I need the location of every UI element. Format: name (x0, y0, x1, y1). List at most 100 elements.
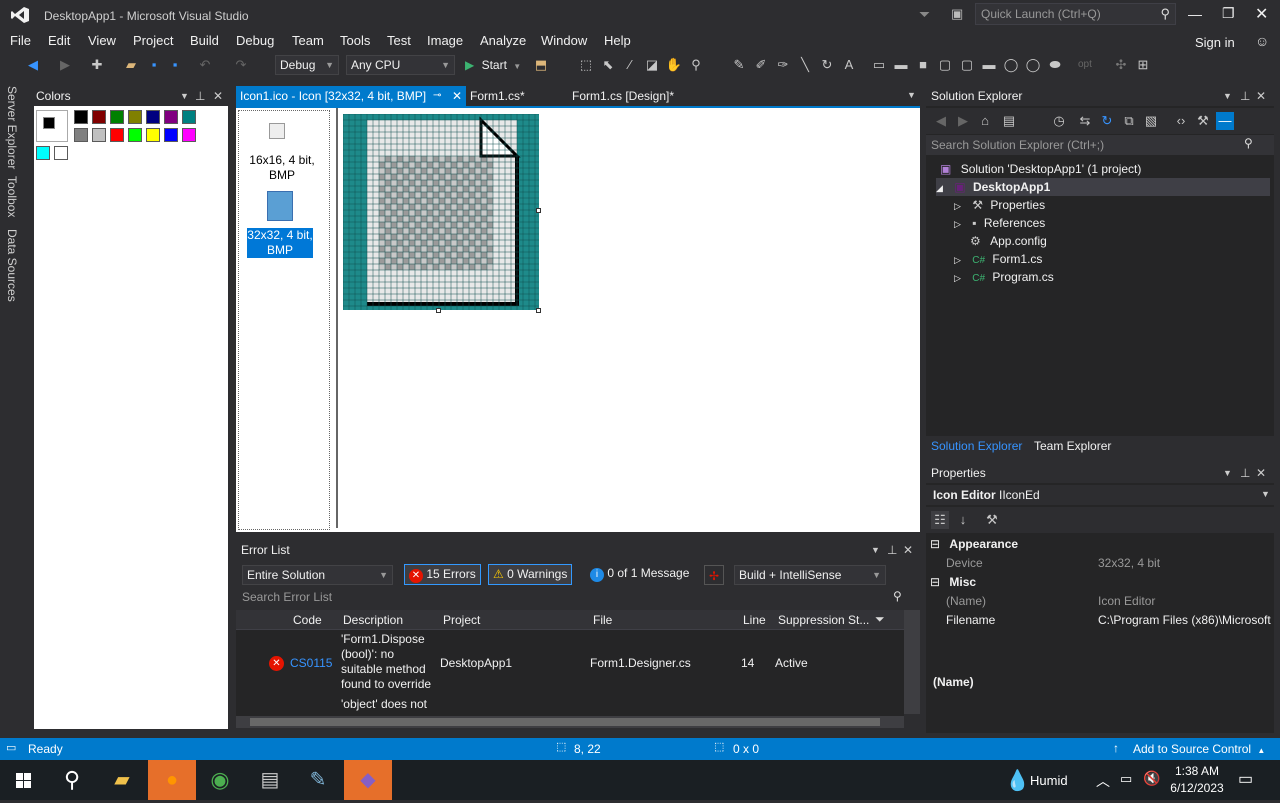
open-file-icon[interactable]: ▰ (122, 56, 140, 74)
browser-link-icon[interactable]: ⬒ (532, 56, 550, 74)
properties-object-select[interactable]: Icon Editor IIconEd ▼ (926, 485, 1274, 505)
firefox-icon[interactable]: ● (148, 760, 196, 800)
filter-icon[interactable]: ⏷ (875, 612, 885, 627)
add-to-source-control-button[interactable]: Add to Source Control ▲ (1133, 742, 1265, 756)
color-swatch[interactable] (164, 110, 178, 124)
forward-icon[interactable]: ▶ (954, 112, 972, 130)
foreground-color-swatch[interactable] (43, 117, 55, 129)
color-swatch-cyan[interactable] (36, 146, 50, 160)
chevron-down-icon[interactable]: ▼ (1223, 86, 1232, 106)
pin-icon[interactable]: ⊥ (887, 540, 897, 560)
menu-tools[interactable]: Tools (340, 33, 370, 48)
line-icon[interactable]: ╲ (796, 56, 814, 74)
ellipse-icon[interactable]: ◯ (1002, 56, 1020, 74)
chevron-down-icon[interactable]: ▼ (871, 540, 880, 560)
horizontal-scrollbar[interactable] (236, 716, 904, 728)
table-row[interactable]: ✕ CS0115 'Form1.Dispose (bool)': no suit… (236, 631, 904, 706)
select-rect-icon[interactable]: ⬚ (577, 56, 595, 74)
menu-image[interactable]: Image (427, 33, 463, 48)
errors-filter-button[interactable]: ✕ 15 Errors (404, 564, 481, 585)
fill-icon[interactable]: ✋ (665, 56, 683, 74)
tree-item-app-config[interactable]: ⚙ App.config (970, 232, 1047, 250)
chrome-icon[interactable]: ◉ (196, 760, 244, 800)
resize-handle[interactable] (536, 208, 541, 213)
chevron-up-icon[interactable]: ︿ (1096, 771, 1110, 791)
side-tab-toolbox[interactable]: Toolbox (5, 176, 19, 217)
expand-arrow-icon[interactable]: ▷ (954, 219, 961, 229)
notifications-icon[interactable]: ▣ (951, 6, 963, 22)
column-header-project[interactable]: Project (443, 613, 480, 627)
column-header-description[interactable]: Description (343, 613, 403, 627)
solution-config-select[interactable]: Debug ▼ (275, 55, 339, 75)
color-swatch[interactable] (164, 128, 178, 142)
color-swatch[interactable] (182, 128, 196, 142)
expand-arrow-icon[interactable]: ▷ (954, 255, 961, 265)
close-icon[interactable]: ✕ (1256, 463, 1266, 483)
clock-time[interactable]: 1:38 AM (1172, 764, 1222, 778)
switch-views-icon[interactable]: ▤ (1000, 112, 1018, 130)
pencil-icon[interactable]: ✎ (730, 56, 748, 74)
icon-16-label[interactable]: 16x16, 4 bit, BMP (243, 153, 321, 183)
color-swatch[interactable] (92, 128, 106, 142)
show-all-files-icon[interactable]: ▧ (1142, 112, 1160, 130)
eyedropper-icon[interactable]: ⁄ (621, 56, 639, 74)
expand-arrow-icon[interactable]: ▷ (954, 201, 961, 211)
solution-node[interactable]: ▣ Solution 'DesktopApp1' (1 project) (940, 160, 1141, 178)
filter-icon[interactable]: ⏷ (919, 6, 930, 23)
property-value[interactable]: C:\Program Files (x86)\Microsoft (1098, 611, 1274, 630)
solid-rounded-rectangle-icon[interactable]: ▬ (980, 56, 998, 74)
color-swatch-white[interactable] (54, 146, 68, 160)
clock-date[interactable]: 6/12/2023 (1166, 781, 1228, 795)
refresh-icon[interactable]: ↻ (1098, 112, 1116, 130)
platform-select[interactable]: Any CPU ▼ (346, 55, 455, 75)
collapse-arrow-icon[interactable]: ◢ (936, 183, 943, 193)
save-all-icon[interactable]: ▪ (166, 56, 184, 74)
color-swatch[interactable] (92, 110, 106, 124)
color-swatch[interactable] (74, 110, 88, 124)
categorized-icon[interactable]: ☷ (931, 511, 949, 529)
color-options-icon[interactable]: ✣ (1112, 56, 1130, 74)
toolbar-options-icon[interactable]: ⊞ (1134, 56, 1152, 74)
menu-help[interactable]: Help (604, 33, 631, 48)
preview-icon[interactable]: — (1216, 112, 1234, 130)
vertical-scrollbar[interactable] (904, 610, 920, 714)
column-header-suppression[interactable]: Suppression St... (778, 613, 869, 627)
close-icon[interactable]: ✕ (213, 86, 223, 106)
close-icon[interactable]: ✕ (452, 86, 462, 106)
tab-form1-cs[interactable]: Form1.cs* (466, 86, 566, 106)
pin-icon[interactable]: ⊥ (1240, 463, 1250, 483)
new-project-icon[interactable]: ✚ (88, 56, 106, 74)
scrollbar-thumb[interactable] (250, 718, 880, 726)
error-scope-select[interactable]: Entire Solution ▼ (242, 565, 393, 585)
view-code-icon[interactable]: ‹› (1172, 112, 1190, 130)
warnings-filter-button[interactable]: ⚠ 0 Warnings (488, 564, 573, 585)
tab-solution-explorer[interactable]: Solution Explorer (931, 439, 1022, 453)
undo-icon[interactable]: ↶ (196, 56, 214, 74)
color-swatch[interactable] (128, 128, 142, 142)
forward-icon[interactable]: ▶ (56, 56, 74, 74)
tree-item-program-cs[interactable]: ▷ C# Program.cs (954, 268, 1054, 286)
column-header-file[interactable]: File (593, 613, 612, 627)
menu-build[interactable]: Build (190, 33, 219, 48)
column-header-code[interactable]: Code (293, 613, 322, 627)
rectangle-icon[interactable]: ▭ (870, 56, 888, 74)
pin-icon[interactable]: ⊸ (433, 86, 441, 106)
build-filter-select[interactable]: Build + IntelliSense ▼ (734, 565, 886, 585)
menu-window[interactable]: Window (541, 33, 587, 48)
filled-rounded-rectangle-icon[interactable]: ▢ (958, 56, 976, 74)
tree-item-references[interactable]: ▷ ▪ References (954, 214, 1045, 232)
text-icon[interactable]: A (840, 56, 858, 74)
menu-file[interactable]: File (10, 33, 31, 48)
clear-filter-icon[interactable]: ✢ (704, 565, 724, 585)
menu-project[interactable]: Project (133, 33, 173, 48)
icon-32-label[interactable]: 32x32, 4 bit, BMP (247, 228, 313, 258)
zoom-icon[interactable]: ⚲ (687, 56, 705, 74)
side-tab-data-sources[interactable]: Data Sources (5, 229, 19, 302)
resize-handle[interactable] (436, 308, 441, 313)
property-pages-icon[interactable]: ⚒ (983, 511, 1001, 529)
editor-divider[interactable] (330, 108, 338, 528)
visual-studio-taskbar-icon[interactable]: ◆ (344, 760, 392, 800)
color-swatch[interactable] (110, 110, 124, 124)
app-icon[interactable]: ▤ (246, 760, 294, 800)
menu-team[interactable]: Team (292, 33, 324, 48)
